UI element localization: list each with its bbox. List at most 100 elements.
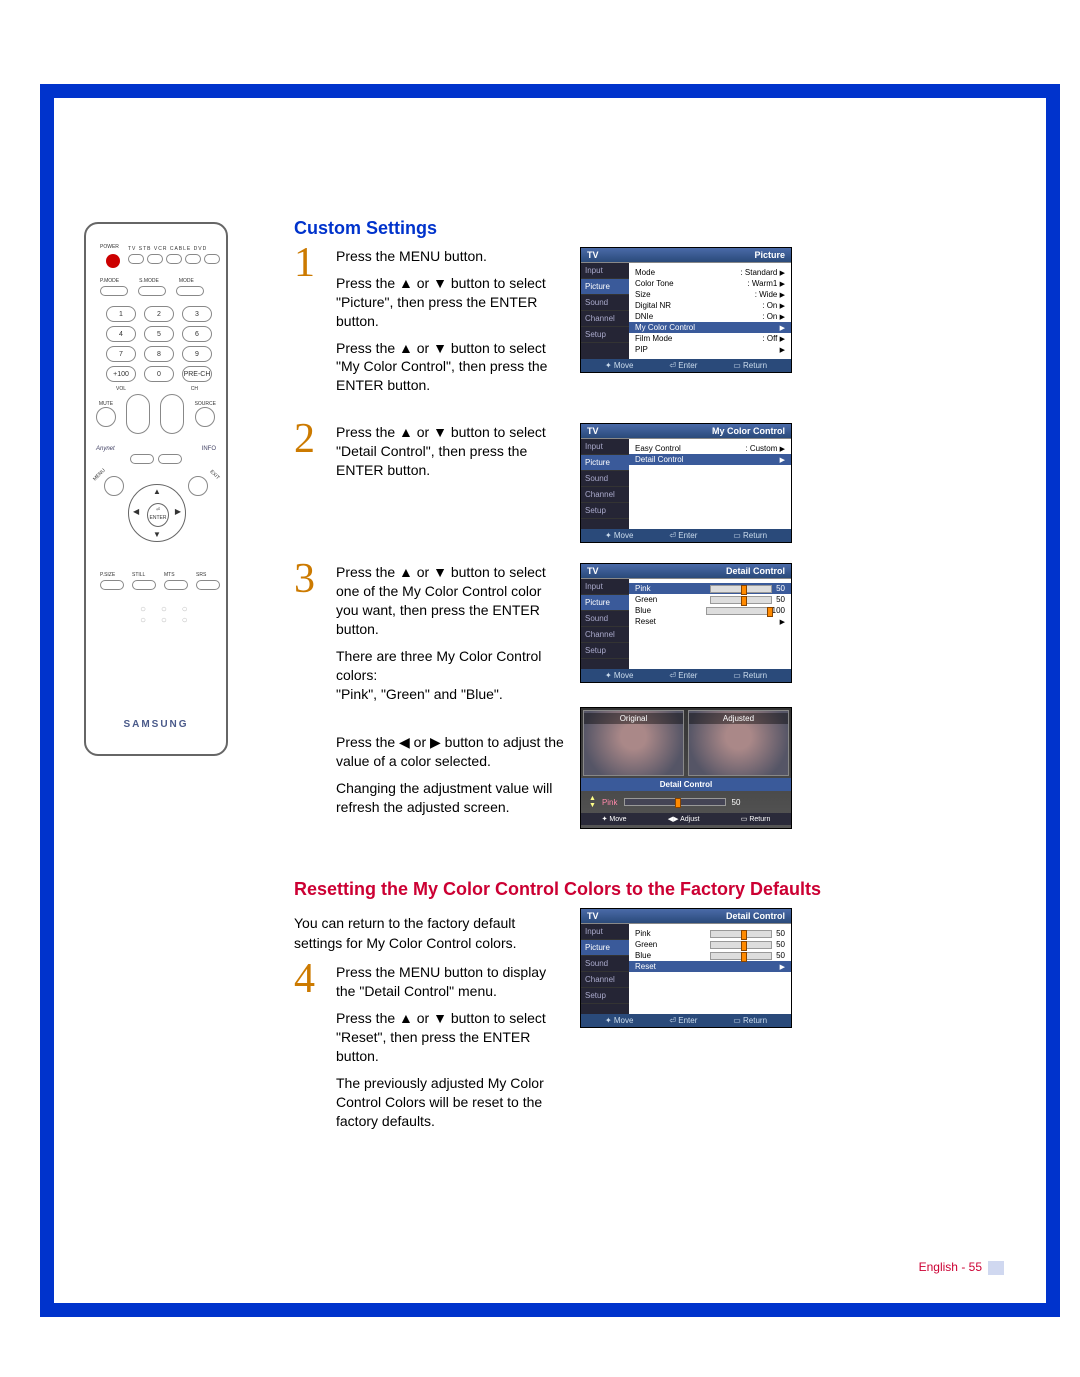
right-arrow-icon[interactable]: ▶ <box>175 507 181 516</box>
vol-ch-row: MUTE SOURCE <box>96 394 216 434</box>
step-2: 2 Press the ▲ or ▼ button to select "Det… <box>294 423 944 543</box>
cable-button[interactable] <box>185 254 201 264</box>
num-7-button[interactable]: 7 <box>106 346 136 362</box>
decorative-dots: ○ ○ ○○ ○ ○ <box>140 604 194 626</box>
osd-row: Blue100 <box>635 605 785 616</box>
osd-nav-channel: Channel <box>581 972 629 988</box>
anynet-label: Anynet <box>96 446 115 452</box>
osd-nav-sound: Sound <box>581 295 629 311</box>
osd-nav-channel: Channel <box>581 487 629 503</box>
osd-reset-menu: TVDetail Control InputPictureSoundChanne… <box>580 908 792 1028</box>
mts-button[interactable] <box>164 580 188 590</box>
num-8-button[interactable]: 8 <box>144 346 174 362</box>
menu-button[interactable] <box>104 476 124 496</box>
channel-rocker[interactable] <box>160 394 184 434</box>
tv-button[interactable] <box>128 254 144 264</box>
num-+100-button[interactable]: +100 <box>106 366 136 382</box>
adjust-color-name: Pink <box>602 798 618 807</box>
blue-frame: POWER TV STB VCR CABLE DVD P.MODES.MODEM… <box>40 84 1060 1317</box>
device-labels: TV STB VCR CABLE DVD <box>128 246 207 252</box>
psize-button[interactable] <box>100 580 124 590</box>
still-button[interactable] <box>132 580 156 590</box>
osd-nav-sound: Sound <box>581 956 629 972</box>
down-arrow-icon[interactable]: ▼ <box>153 530 161 539</box>
page-tab-icon <box>988 1261 1004 1275</box>
osd-row: Easy Control: Custom ▶ <box>635 443 785 454</box>
osd-nav-picture: Picture <box>581 279 629 295</box>
osd-nav-setup: Setup <box>581 503 629 519</box>
srs-button[interactable] <box>196 580 220 590</box>
osd-row: Reset ▶ <box>629 961 791 972</box>
osd-nav-sound: Sound <box>581 611 629 627</box>
num-4-button[interactable]: 4 <box>106 326 136 342</box>
osd-row: Digital NR: On ▶ <box>635 300 785 311</box>
info-button[interactable] <box>158 454 182 464</box>
page: POWER TV STB VCR CABLE DVD P.MODES.MODEM… <box>0 0 1080 1377</box>
num-PRE-CH-button[interactable]: PRE-CH <box>182 366 212 382</box>
osd-row: Reset ▶ <box>635 616 785 627</box>
device-buttons <box>128 254 220 264</box>
remote-control: POWER TV STB VCR CABLE DVD P.MODES.MODEM… <box>84 222 228 756</box>
source-label: SOURCE <box>195 401 216 407</box>
step-text: Press the MENU button. Press the ▲ or ▼ … <box>336 247 566 403</box>
smode-button[interactable] <box>138 286 166 296</box>
step-number: 2 <box>294 423 322 455</box>
osd-picture-menu: TVPicture InputPictureSoundChannelSetup … <box>580 247 792 373</box>
osd-row: Film Mode: Off ▶ <box>635 333 785 344</box>
preview-title: Detail Control <box>581 778 791 791</box>
num-5-button[interactable]: 5 <box>144 326 174 342</box>
section-title-custom: Custom Settings <box>294 218 944 239</box>
num-0-button[interactable]: 0 <box>144 366 174 382</box>
osd-nav-setup: Setup <box>581 327 629 343</box>
osd-nav-channel: Channel <box>581 311 629 327</box>
up-arrow-icon[interactable]: ▲ <box>153 487 161 496</box>
osd-nav-channel: Channel <box>581 627 629 643</box>
info-label: INFO <box>202 446 216 452</box>
osd-detail-menu: TVDetail Control InputPictureSoundChanne… <box>580 563 792 683</box>
dvd-button[interactable] <box>204 254 220 264</box>
step-text: Press the ▲ or ▼ button to select "Detai… <box>336 423 566 488</box>
osd-nav-picture: Picture <box>581 455 629 471</box>
step-1: 1 Press the MENU button. Press the ▲ or … <box>294 247 944 403</box>
source-button[interactable] <box>195 407 215 427</box>
osd-row: Mode: Standard ▶ <box>635 267 785 278</box>
vol-label: VOL <box>116 386 126 392</box>
num-6-button[interactable]: 6 <box>182 326 212 342</box>
mode-labels: P.MODES.MODEMODE <box>100 278 194 284</box>
instructions-column: Custom Settings 1 Press the MENU button.… <box>294 218 944 1139</box>
ch-label: CH <box>191 386 198 392</box>
num-2-button[interactable]: 2 <box>144 306 174 322</box>
step-number: 3 <box>294 563 322 595</box>
osd-row: PIP ▶ <box>635 344 785 355</box>
osd-nav-input: Input <box>581 579 629 595</box>
vcr-button[interactable] <box>166 254 182 264</box>
reset-intro: You can return to the factory default se… <box>294 914 524 953</box>
osd-row: Pink50 <box>635 928 785 939</box>
num-3-button[interactable]: 3 <box>182 306 212 322</box>
volume-rocker[interactable] <box>126 394 150 434</box>
osd-nav-input: Input <box>581 924 629 940</box>
osd-nav-sound: Sound <box>581 471 629 487</box>
stb-button[interactable] <box>147 254 163 264</box>
mute-button[interactable] <box>96 407 116 427</box>
exit-button[interactable] <box>188 476 208 496</box>
step-text: Press the ▲ or ▼ button to select one of… <box>336 563 566 825</box>
mode-button[interactable] <box>176 286 204 296</box>
num-9-button[interactable]: 9 <box>182 346 212 362</box>
bottom-buttons <box>100 580 220 590</box>
num-1-button[interactable]: 1 <box>106 306 136 322</box>
osd-nav-picture: Picture <box>581 940 629 956</box>
osd-nav-setup: Setup <box>581 643 629 659</box>
step-number: 1 <box>294 247 322 279</box>
step-3: 3 Press the ▲ or ▼ button to select one … <box>294 563 944 829</box>
left-arrow-icon[interactable]: ◀ <box>133 507 139 516</box>
anynet-button[interactable] <box>130 454 154 464</box>
step-number: 4 <box>294 963 322 995</box>
nav-ring[interactable]: ▲ ▼ ◀ ▶ ⏎ENTER <box>128 484 186 542</box>
number-pad: 123 456 789 +100 0 PRE-CH <box>106 306 212 382</box>
bottom-labels: P.SIZESTILLMTSSRS <box>100 572 222 578</box>
power-button[interactable] <box>106 254 120 268</box>
pmode-button[interactable] <box>100 286 128 296</box>
enter-button[interactable]: ⏎ENTER <box>147 503 169 527</box>
osd-row: Green50 <box>635 594 785 605</box>
